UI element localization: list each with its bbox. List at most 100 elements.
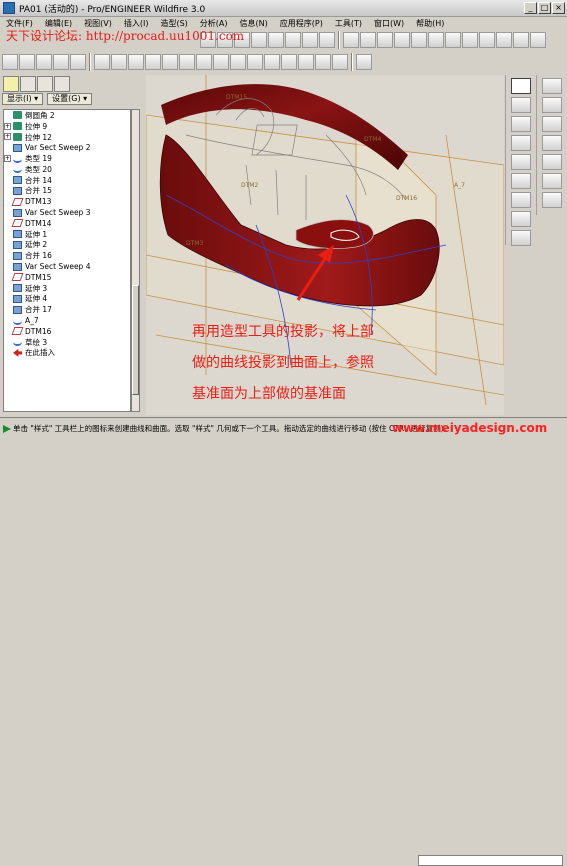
whats-this-icon[interactable] [356, 54, 372, 70]
graphics-viewport[interactable]: DTM15 DTM4 A_7 DTM16 DTM2 DTM3 再用造型工具的投影… [146, 75, 504, 415]
expand-toggle[interactable]: + [4, 122, 11, 130]
saved-views-icon[interactable] [462, 32, 478, 48]
tree-item[interactable]: 在此插入 [4, 348, 130, 359]
cos-curve-icon[interactable] [510, 192, 531, 208]
shaded-icon[interactable] [70, 54, 86, 70]
reorient-icon[interactable] [445, 32, 461, 48]
plane-icon[interactable] [19, 54, 35, 70]
select-arrow-icon[interactable] [510, 78, 531, 94]
minimize-button[interactable]: _ [524, 2, 537, 14]
expand-toggle[interactable]: + [4, 133, 11, 141]
find-icon[interactable] [302, 32, 318, 48]
close-button[interactable]: × [552, 2, 565, 14]
internal-plane-icon[interactable] [510, 116, 531, 132]
tree-item[interactable]: 倒圆角 2 [4, 110, 130, 121]
selection-filter[interactable] [418, 855, 563, 866]
settings-dropdown[interactable]: 设置(G) ▾ [47, 93, 93, 105]
coordinate-system-tool-icon[interactable] [542, 173, 562, 189]
zoom-out-icon[interactable] [411, 32, 427, 48]
tree-item[interactable]: 合并 17 [4, 304, 130, 315]
expand-toggle[interactable]: + [4, 155, 11, 163]
tree-item[interactable]: 合并 15 [4, 186, 130, 197]
analysis-tool-icon[interactable] [542, 192, 562, 208]
regenerate-icon[interactable] [285, 32, 301, 48]
model-tree-icon[interactable] [36, 54, 52, 70]
tree-item[interactable]: 延伸 1 [4, 229, 130, 240]
tree-item[interactable]: 延伸 4 [4, 294, 130, 305]
tree-item[interactable]: Var Sect Sweep 4 [4, 261, 130, 272]
tree-item[interactable]: + 拉伸 12 [4, 132, 130, 143]
create-curve-icon[interactable] [510, 135, 531, 151]
draft-icon[interactable] [281, 54, 297, 70]
connect-surface-icon[interactable] [196, 54, 212, 70]
extend-icon [13, 284, 22, 293]
zoom-in-icon[interactable] [394, 32, 410, 48]
sketch-tool-icon[interactable] [542, 135, 562, 151]
reflection-icon[interactable] [315, 54, 331, 70]
surface-icon[interactable] [179, 54, 195, 70]
scrollbar-thumb[interactable] [132, 285, 139, 395]
set-active-plane-icon[interactable] [510, 97, 531, 113]
copy-curve-icon[interactable] [510, 211, 531, 227]
tree-item[interactable]: + 拉伸 9 [4, 121, 130, 132]
datum-plane-tool-icon[interactable] [542, 78, 562, 94]
done-icon[interactable] [2, 54, 18, 70]
extend-icon [13, 294, 22, 303]
spin-center-icon[interactable] [360, 32, 376, 48]
tree-item[interactable]: 草绘 3 [4, 337, 130, 348]
tree-item[interactable]: DTM15 [4, 272, 130, 283]
right-toolbar-datum [536, 75, 567, 215]
trim-icon[interactable] [162, 54, 178, 70]
datum-display-icon[interactable] [513, 32, 529, 48]
tree-item[interactable]: 合并 14 [4, 175, 130, 186]
offset-icon[interactable] [264, 54, 280, 70]
circle-icon[interactable] [111, 54, 127, 70]
copy-icon[interactable] [251, 32, 267, 48]
trim-surface-icon[interactable] [213, 54, 229, 70]
tree-item[interactable]: DTM14 [4, 218, 130, 229]
curvature-icon[interactable] [230, 54, 246, 70]
deviation-icon[interactable] [332, 54, 348, 70]
layers-icon[interactable] [479, 32, 495, 48]
tree-item[interactable]: Var Sect Sweep 2 [4, 142, 130, 153]
slope-icon[interactable] [298, 54, 314, 70]
folder-browser-tab-icon[interactable] [20, 76, 36, 92]
tree-item[interactable]: Var Sect Sweep 3 [4, 207, 130, 218]
select-box-icon[interactable] [319, 32, 335, 48]
refit-icon[interactable] [428, 32, 444, 48]
hidden-line-icon[interactable] [53, 54, 69, 70]
tree-item[interactable]: DTM16 [4, 326, 130, 337]
appearance-icon[interactable] [530, 32, 546, 48]
orient-icon[interactable] [377, 32, 393, 48]
section-icon[interactable] [247, 54, 263, 70]
curve-icon[interactable] [94, 54, 110, 70]
maximize-button[interactable]: □ [538, 2, 551, 14]
favorites-tab-icon[interactable] [37, 76, 53, 92]
merge-icon [13, 176, 22, 185]
edit-curve-icon[interactable] [145, 54, 161, 70]
paste-icon[interactable] [268, 32, 284, 48]
connections-tab-icon[interactable] [54, 76, 70, 92]
drop-curve-icon[interactable] [510, 173, 531, 189]
tree-item-label: 类型 20 [25, 164, 52, 174]
repaint-icon[interactable] [343, 32, 359, 48]
tree-item[interactable]: 延伸 3 [4, 283, 130, 294]
merge-icon [13, 305, 22, 314]
arc-icon[interactable] [128, 54, 144, 70]
tree-item[interactable]: A_7 [4, 315, 130, 326]
tree-item[interactable]: DTM13 [4, 196, 130, 207]
tree-item[interactable]: 类型 20 [4, 164, 130, 175]
tree-item[interactable]: 合并 16 [4, 250, 130, 261]
model-tree-tab-icon[interactable] [3, 76, 19, 92]
curve-on-surface-icon[interactable] [510, 154, 531, 170]
display-dropdown[interactable]: 显示(I) ▾ [2, 93, 44, 105]
model-tree-scrollbar[interactable] [131, 109, 140, 412]
accept-icon[interactable] [510, 230, 531, 246]
datum-label-dtm15: DTM15 [226, 94, 247, 101]
datum-axis-tool-icon[interactable] [542, 97, 562, 113]
tree-item[interactable]: 延伸 2 [4, 240, 130, 251]
datum-curve-tool-icon[interactable] [542, 116, 562, 132]
view-manager-icon[interactable] [496, 32, 512, 48]
tree-item[interactable]: + 类型 19 [4, 153, 130, 164]
datum-point-tool-icon[interactable] [542, 154, 562, 170]
